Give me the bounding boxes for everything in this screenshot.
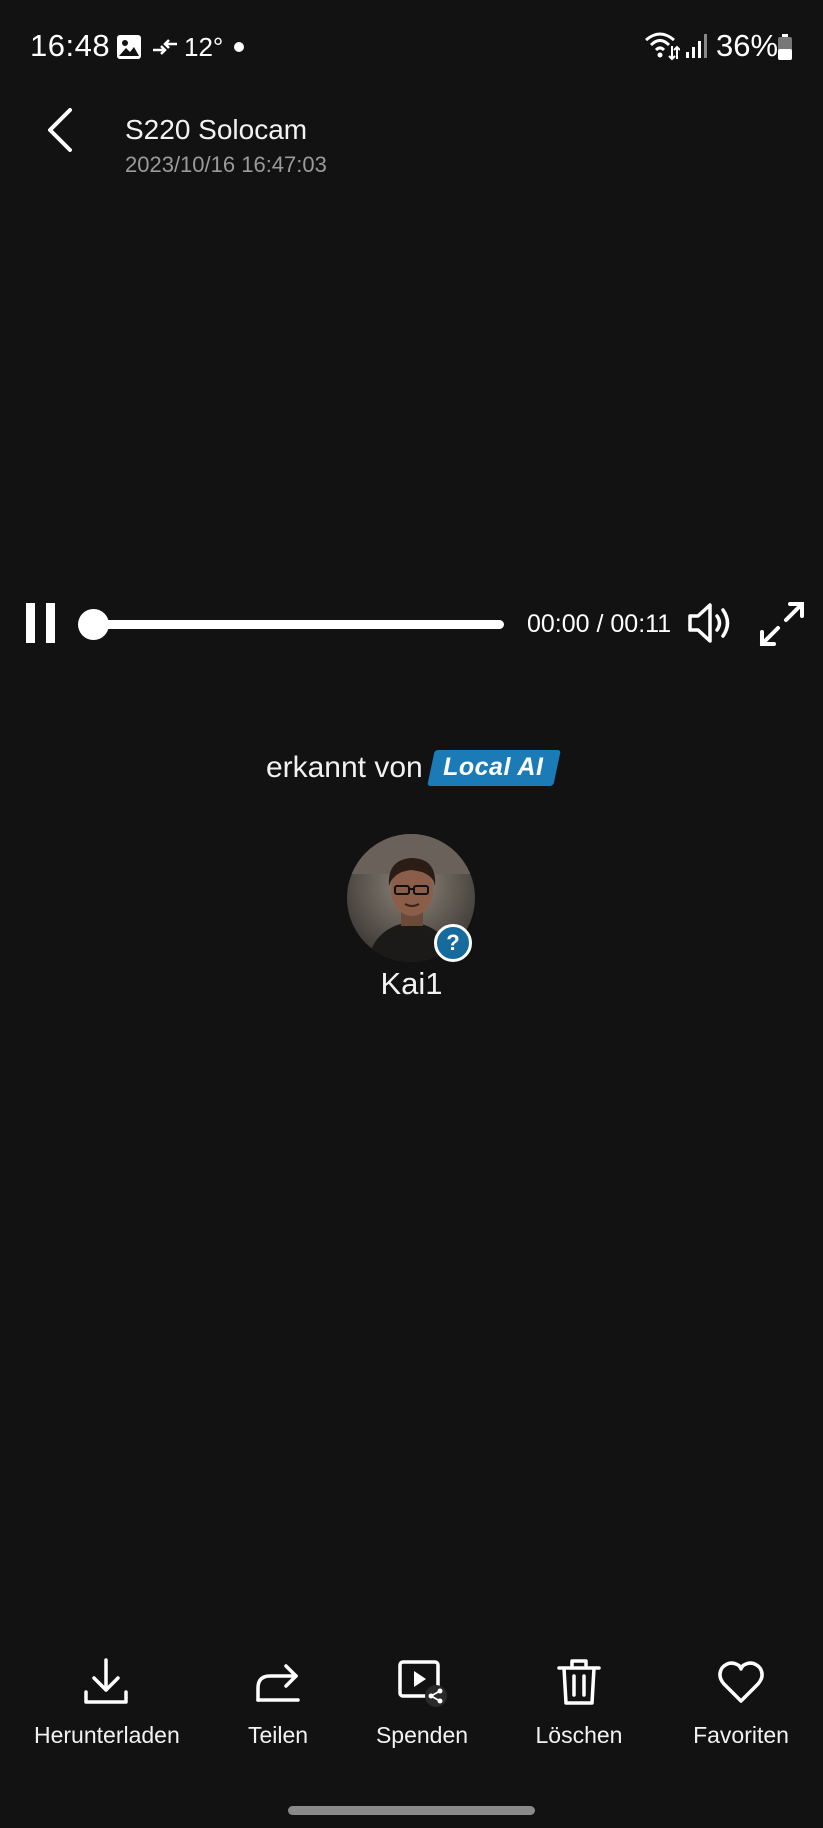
image-icon	[117, 35, 141, 59]
notification-dot-icon	[234, 42, 244, 52]
detected-by-row: erkannt von Local AI	[0, 750, 823, 786]
favorite-label: Favoriten	[693, 1722, 789, 1748]
share-label: Teilen	[247, 1722, 309, 1748]
donate-video-icon	[398, 1660, 447, 1707]
time-display: 00:00 / 00:11	[527, 610, 672, 638]
download-icon	[84, 1658, 128, 1704]
pause-button[interactable]	[24, 603, 60, 643]
wifi-icon	[645, 32, 680, 61]
delete-label: Löschen	[535, 1722, 623, 1748]
trash-icon	[557, 1659, 601, 1705]
donate-label: Spenden	[375, 1722, 469, 1748]
progress-bar[interactable]	[93, 620, 504, 629]
progress-thumb[interactable]	[78, 609, 109, 640]
person-name: Kai1	[380, 966, 443, 1001]
fullscreen-icon[interactable]	[758, 600, 806, 648]
status-time: 16:48	[30, 28, 111, 63]
battery-icon	[778, 34, 792, 60]
donate-button[interactable]: Spenden	[370, 1656, 474, 1756]
data-transfer-icon	[153, 39, 177, 55]
favorite-button[interactable]: Favoriten	[686, 1656, 796, 1756]
signal-icon	[686, 34, 707, 58]
page-title: S220 Solocam	[125, 114, 308, 145]
recording-timestamp: 2023/10/16 16:47:03	[125, 152, 327, 177]
status-bar: 16:48 12° 36%	[0, 0, 823, 96]
status-temperature: 12°	[184, 32, 224, 62]
share-icon	[256, 1664, 300, 1702]
unknown-person-badge-icon[interactable]: ?	[434, 924, 472, 962]
back-button[interactable]	[40, 104, 84, 156]
battery-percentage: 36%	[716, 28, 779, 63]
pause-icon	[26, 603, 35, 643]
local-ai-badge: Local AI	[426, 750, 561, 786]
download-button[interactable]: Herunterladen	[34, 1656, 180, 1756]
delete-button[interactable]: Löschen	[526, 1656, 632, 1756]
share-button[interactable]: Teilen	[228, 1656, 328, 1756]
home-indicator[interactable]	[288, 1806, 535, 1815]
heart-icon	[718, 1661, 764, 1703]
detected-by-label: erkannt von	[265, 751, 423, 784]
download-label: Herunterladen	[34, 1722, 180, 1748]
volume-icon[interactable]	[686, 600, 736, 646]
